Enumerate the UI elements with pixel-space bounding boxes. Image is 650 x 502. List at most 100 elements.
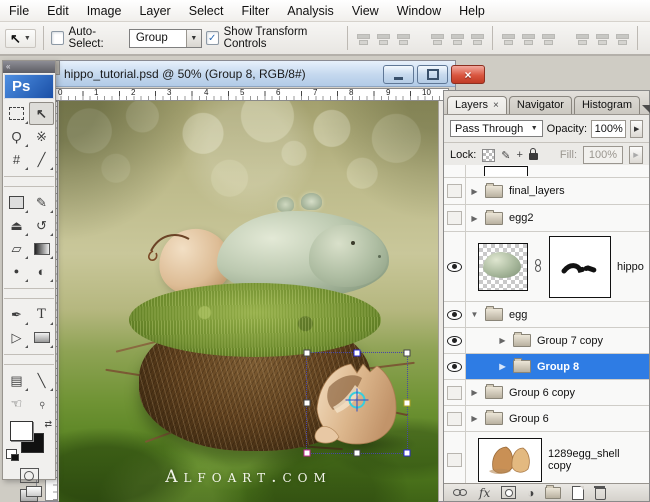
swap-colors-icon[interactable]: ⇄ [44, 419, 52, 430]
eye-icon[interactable] [447, 262, 462, 272]
align-bottom-edges-icon[interactable] [395, 32, 411, 45]
panel-flyout-icon[interactable] [642, 105, 650, 114]
eraser-tool[interactable]: ▱ [4, 237, 29, 260]
transform-handle-bottom-center[interactable] [354, 450, 361, 457]
transform-handle-middle-left[interactable] [304, 400, 311, 407]
expand-triangle-icon[interactable]: ▶ [470, 388, 479, 397]
visibility-toggle[interactable] [447, 386, 462, 400]
lasso-tool[interactable]: Ϙ [4, 125, 29, 148]
rectangular-marquee-tool[interactable] [4, 102, 29, 125]
expand-triangle-icon[interactable]: ▶ [470, 187, 479, 196]
menu-layer[interactable]: Layer [130, 2, 179, 20]
history-brush-tool[interactable]: ↺ [29, 214, 54, 237]
tab-histogram[interactable]: Histogram [574, 96, 640, 114]
dodge-tool[interactable]: ◐ [29, 260, 54, 283]
layer-row-eggshell[interactable]: 1289egg_shell copy [444, 432, 649, 484]
path-selection-tool[interactable]: ▷ [4, 326, 29, 349]
maximize-button[interactable] [417, 65, 448, 84]
align-left-edges-icon[interactable] [429, 32, 445, 45]
mask-link-icon[interactable] [534, 259, 543, 274]
notes-tool[interactable]: ▤ [4, 369, 29, 392]
clone-stamp-tool[interactable]: ⏏ [4, 214, 29, 237]
show-transform-checkbox[interactable]: ✓ [206, 31, 219, 45]
default-colors-icon[interactable] [6, 449, 17, 459]
menu-image[interactable]: Image [78, 2, 131, 20]
layer-row-group6copy[interactable]: ▶ Group 6 copy [444, 380, 649, 406]
close-button[interactable]: × [451, 65, 485, 84]
layer-row-egg2[interactable]: ▶ egg2 [444, 205, 649, 232]
menu-edit[interactable]: Edit [38, 2, 78, 20]
blur-tool[interactable]: ● [4, 260, 29, 283]
auto-select-checkbox[interactable] [51, 31, 64, 45]
type-tool[interactable]: T [29, 303, 54, 326]
add-layer-mask-icon[interactable] [501, 486, 516, 499]
distribute-horizontal-centers-icon[interactable] [594, 32, 610, 45]
hand-tool[interactable]: ☜ [4, 392, 29, 415]
zoom-tool[interactable]: ⌕ [29, 392, 54, 415]
delete-layer-icon[interactable] [595, 488, 606, 500]
shape-tool[interactable] [29, 326, 54, 349]
eyedropper-tool[interactable]: ╲ [29, 369, 54, 392]
new-layer-icon[interactable] [572, 486, 584, 500]
transform-handle-bottom-left[interactable] [304, 450, 311, 457]
transform-handle-top-left[interactable] [304, 350, 311, 357]
opacity-value[interactable]: 100% [591, 120, 626, 138]
eye-icon[interactable] [447, 310, 462, 320]
transform-handle-top-right[interactable] [404, 350, 411, 357]
menu-help[interactable]: Help [450, 2, 494, 20]
opacity-slider-icon[interactable]: ▶ [630, 120, 643, 138]
distribute-vertical-centers-icon[interactable] [520, 32, 536, 45]
expand-triangle-icon[interactable]: ▶ [470, 414, 479, 423]
visibility-toggle[interactable] [447, 412, 462, 426]
layer-thumbnail[interactable] [478, 438, 542, 482]
layer-row-hippo[interactable]: hippo [444, 232, 649, 302]
menu-window[interactable]: Window [388, 2, 450, 20]
visibility-toggle[interactable] [447, 211, 462, 225]
move-tool[interactable]: ↖ [29, 102, 54, 125]
blend-mode-dropdown[interactable]: Pass Through ▼ [450, 120, 543, 137]
distribute-right-edges-icon[interactable] [614, 32, 630, 45]
tab-layers[interactable]: Layers × [447, 96, 507, 114]
menu-analysis[interactable]: Analysis [278, 2, 343, 20]
collapse-triangle-icon[interactable]: ▼ [470, 310, 479, 319]
layer-row-group8-selected[interactable]: ▶ Group 8 [444, 354, 649, 380]
eye-icon[interactable] [447, 336, 462, 346]
link-layers-icon[interactable] [453, 488, 468, 497]
lock-all-icon[interactable] [529, 153, 538, 160]
new-group-icon[interactable] [545, 487, 561, 499]
align-vertical-centers-icon[interactable] [375, 32, 391, 45]
brush-tool[interactable]: ✎ [29, 191, 54, 214]
foreground-color-swatch[interactable] [10, 421, 33, 441]
adjustment-layer-icon[interactable]: ◑ [527, 487, 534, 499]
menu-view[interactable]: View [343, 2, 388, 20]
menu-file[interactable]: File [0, 2, 38, 20]
auto-select-dropdown[interactable]: Group ▼ [129, 29, 202, 48]
layer-style-icon[interactable]: fx [479, 486, 490, 500]
align-right-edges-icon[interactable] [469, 32, 485, 45]
expand-triangle-icon[interactable]: ▶ [470, 214, 479, 223]
tab-navigator[interactable]: Navigator [509, 96, 572, 114]
lock-position-icon[interactable]: + [517, 149, 523, 161]
tool-preset-picker[interactable]: ↖ ▼ [5, 29, 36, 48]
transform-handle-middle-right[interactable] [404, 400, 411, 407]
layer-thumbnail[interactable] [478, 243, 528, 291]
visibility-toggle[interactable] [447, 453, 462, 467]
distribute-left-edges-icon[interactable] [574, 32, 590, 45]
minimize-button[interactable] [383, 65, 414, 84]
lock-pixels-icon[interactable]: ✎ [501, 149, 510, 162]
quick-mask-button[interactable] [20, 468, 39, 483]
tab-close-icon[interactable]: × [493, 100, 499, 111]
transform-reference-point[interactable] [349, 392, 366, 409]
distribute-top-edges-icon[interactable] [500, 32, 516, 45]
transform-handle-top-center[interactable] [354, 350, 361, 357]
healing-brush-tool[interactable] [4, 191, 29, 214]
crop-tool[interactable]: # [4, 148, 29, 171]
layer-row-final-layers[interactable]: ▶ final_layers [444, 178, 649, 205]
lock-transparency-icon[interactable] [482, 149, 495, 162]
layer-row-clipped-top[interactable] [444, 165, 649, 178]
layer-row-group6[interactable]: ▶ Group 6 [444, 406, 649, 432]
pen-tool[interactable]: ✒ [4, 303, 29, 326]
expand-triangle-icon[interactable]: ▶ [498, 336, 507, 345]
slice-tool[interactable]: ╱ [29, 148, 54, 171]
expand-triangle-icon[interactable]: ▶ [498, 362, 507, 371]
